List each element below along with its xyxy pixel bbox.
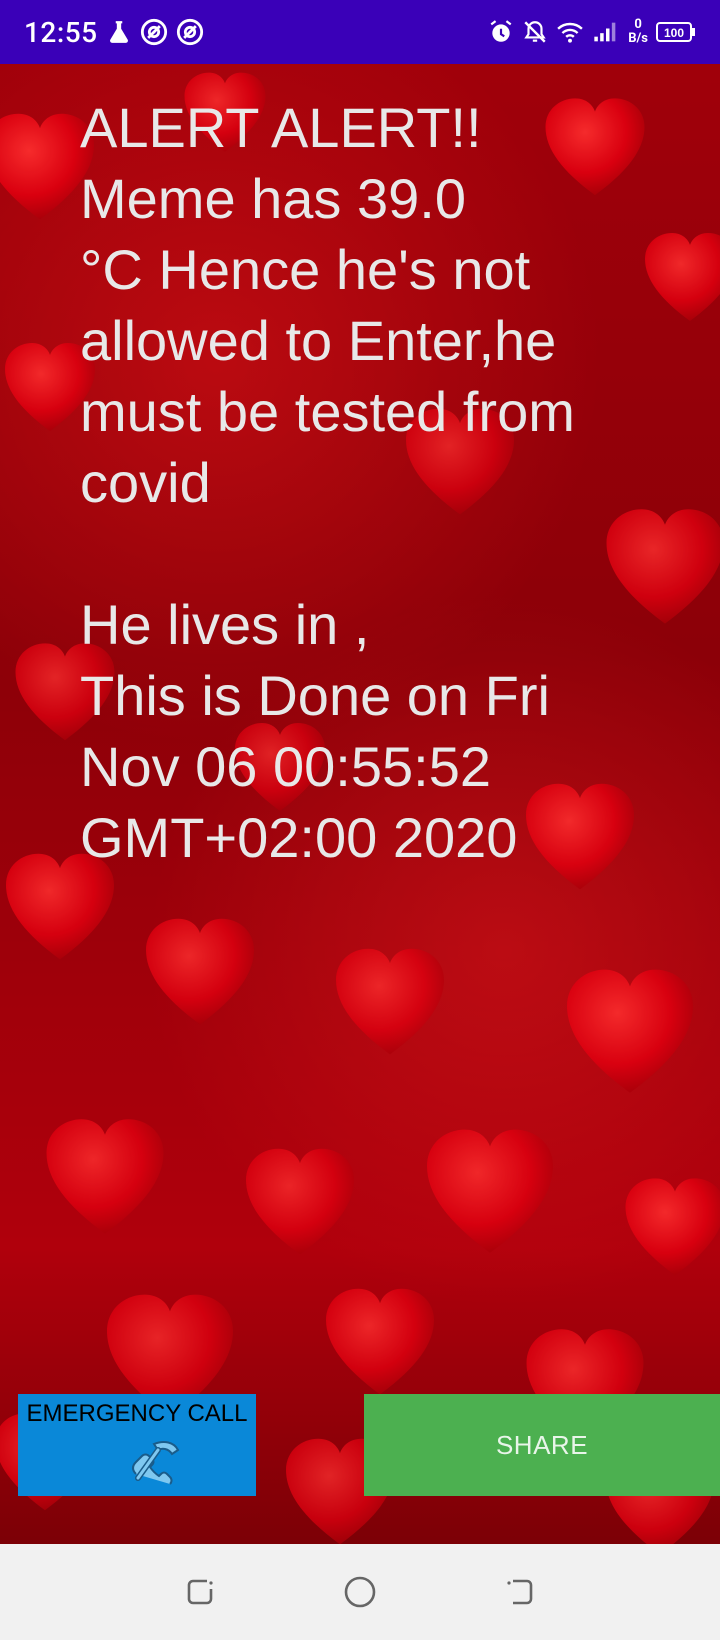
status-bar: 12:55 0 B/s 100 [0,0,720,64]
phone-icon [128,1438,180,1492]
status-time: 12:55 [24,15,98,49]
alarm-icon [488,19,514,45]
net-speed-value: 0 [634,17,642,32]
at-sign-icon-2 [176,18,204,46]
flask-icon [106,19,132,45]
home-icon[interactable] [340,1572,380,1612]
emergency-call-button[interactable]: EMERGENCY CALL [18,1394,256,1496]
battery-icon: 100 [656,21,696,43]
status-right: 0 B/s 100 [488,18,696,46]
emergency-call-label: EMERGENCY CALL [26,1400,248,1427]
status-left: 12:55 [24,16,204,49]
alert-message: ALERT ALERT!! Meme has 39.0 °C Hence he'… [80,96,575,869]
back-icon[interactable] [500,1572,540,1612]
signal-icon [592,20,620,44]
share-button[interactable]: SHARE [364,1394,720,1496]
share-label: SHARE [495,1429,589,1460]
net-speed-unit: B/s [628,31,648,46]
navigation-bar [0,1544,720,1640]
at-sign-icon [140,18,168,46]
battery-level: 100 [664,26,684,40]
wifi-icon [556,19,584,45]
net-speed: 0 B/s [628,18,648,46]
recent-apps-icon[interactable] [180,1572,220,1612]
bell-off-icon [522,19,548,45]
